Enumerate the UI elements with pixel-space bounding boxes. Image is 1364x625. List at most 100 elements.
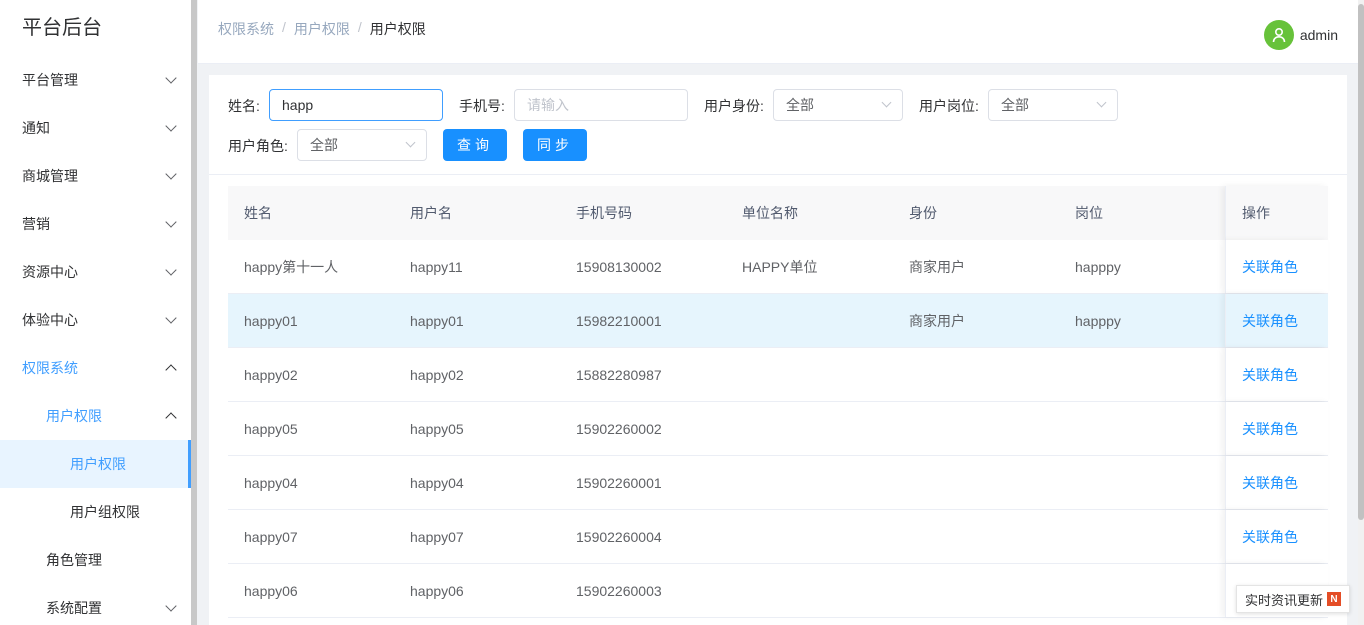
cell-phone: 15982210001: [576, 312, 662, 329]
sidebar-item-label: 通知: [22, 120, 50, 136]
cell-action: 关联角色: [1225, 348, 1328, 401]
sidebar-item-marketing[interactable]: 营销: [0, 200, 191, 248]
cell-phone: 15902260001: [576, 474, 662, 491]
sidebar-item-label: 用户权限: [70, 456, 126, 472]
column-header: 单位名称: [742, 205, 798, 221]
sidebar-scrollbar[interactable]: [191, 0, 197, 625]
breadcrumb-separator: /: [282, 19, 286, 35]
cell-identity: 商家用户: [909, 258, 965, 275]
cell-phone: 15902260002: [576, 420, 662, 437]
breadcrumb-item[interactable]: 权限系统: [218, 19, 274, 39]
cell-name: happy02: [244, 366, 298, 383]
cell-action: 关联角色: [1225, 402, 1328, 455]
link-role-button[interactable]: 关联角色: [1242, 419, 1298, 439]
cell-username: happy01: [410, 312, 464, 329]
user-menu[interactable]: admin: [1263, 20, 1338, 50]
chevron-down-icon: [1096, 97, 1107, 108]
sidebar: 平台后台 平台管理 通知 商城管理 营销 资源中心 体验中心 权限系统 用户权限…: [0, 0, 197, 625]
sidebar-item-permission-system[interactable]: 权限系统: [0, 344, 191, 392]
page-scrollbar[interactable]: [1358, 0, 1364, 625]
table-row[interactable]: happy02 happy02 15882280987 关联角色: [228, 348, 1328, 402]
sidebar-item-user-group-permission[interactable]: 用户组权限: [0, 488, 191, 536]
identity-select-value: 全部: [786, 97, 814, 113]
cell-phone: 15902260003: [576, 582, 662, 599]
chevron-down-icon: [165, 264, 177, 276]
column-header: 手机号码: [576, 205, 632, 221]
link-role-button[interactable]: 关联角色: [1242, 257, 1298, 277]
sidebar-item-label: 用户权限: [46, 408, 102, 424]
sidebar-item-resources[interactable]: 资源中心: [0, 248, 191, 296]
role-select[interactable]: 全部: [297, 129, 427, 161]
cell-username: happy06: [410, 582, 464, 599]
table-row[interactable]: happy01 happy01 15982210001 商家用户 happpy …: [228, 294, 1328, 348]
cell-name: happy第十一人: [244, 258, 339, 275]
post-label: 用户岗位:: [919, 98, 979, 114]
sidebar-item-label: 用户组权限: [70, 504, 140, 520]
cell-username: happy07: [410, 528, 464, 545]
cell-name: happy01: [244, 312, 298, 329]
cell-unit: HAPPY单位: [742, 258, 818, 275]
link-role-button[interactable]: 关联角色: [1242, 365, 1298, 385]
chevron-down-icon: [165, 216, 177, 228]
cell-action: 关联角色: [1225, 456, 1328, 509]
sidebar-item-notice[interactable]: 通知: [0, 104, 191, 152]
sidebar-item-platform[interactable]: 平台管理: [0, 56, 191, 104]
breadcrumb: 权限系统 / 用户权限 / 用户权限: [218, 19, 426, 39]
sidebar-item-experience[interactable]: 体验中心: [0, 296, 191, 344]
cell-username: happy11: [410, 258, 463, 275]
filter-bar: 姓名: 手机号: 用户身份: 全部 用户岗位: 全部 用户角色: 全部 查询 同…: [209, 75, 1347, 175]
cell-action: 关联角色: [1225, 294, 1328, 347]
sidebar-item-label: 资源中心: [22, 264, 78, 280]
cell-name: happy07: [244, 528, 298, 545]
news-label: 实时资讯更新: [1244, 592, 1323, 608]
link-role-button[interactable]: 关联角色: [1242, 311, 1298, 331]
column-header: 姓名: [244, 205, 272, 221]
sidebar-item-mall[interactable]: 商城管理: [0, 152, 191, 200]
query-button[interactable]: 查询: [443, 129, 507, 161]
table-row[interactable]: happy第十一人 happy11 15908130002 HAPPY单位 商家…: [228, 240, 1328, 294]
chevron-down-icon: [165, 72, 177, 84]
sidebar-item-user-permission-group[interactable]: 用户权限: [0, 392, 191, 440]
cell-phone: 15902260004: [576, 528, 662, 545]
table-row[interactable]: happy04 happy04 15902260001 关联角色: [228, 456, 1328, 510]
breadcrumb-separator: /: [357, 19, 362, 35]
chevron-up-icon: [165, 364, 177, 376]
app-title: 平台后台: [22, 17, 102, 39]
cell-name: happy05: [244, 420, 298, 437]
cell-post: happpy: [1075, 312, 1121, 329]
identity-select[interactable]: 全部: [773, 89, 903, 121]
username: admin: [1299, 27, 1338, 43]
sidebar-item-label: 平台管理: [22, 72, 78, 88]
sidebar-item-system-config[interactable]: 系统配置: [0, 584, 191, 625]
post-select-value: 全部: [1001, 97, 1029, 113]
cell-action: 关联角色: [1225, 240, 1328, 293]
sidebar-item-label: 商城管理: [22, 168, 78, 184]
scrollbar-thumb[interactable]: [1358, 4, 1364, 520]
table-row[interactable]: happy06 happy06 15902260003: [228, 564, 1328, 618]
cell-username: happy04: [410, 474, 464, 491]
sync-button[interactable]: 同步: [523, 129, 587, 161]
sidebar-item-role-management[interactable]: 角色管理: [0, 536, 191, 584]
main-panel: 姓名: 手机号: 用户身份: 全部 用户岗位: 全部 用户角色: 全部 查询 同…: [209, 75, 1347, 625]
chevron-down-icon: [165, 168, 177, 180]
cell-phone: 15882280987: [576, 366, 662, 383]
role-select-value: 全部: [310, 137, 338, 153]
chevron-down-icon: [405, 137, 416, 148]
sidebar-item-label: 角色管理: [46, 552, 102, 568]
header: 权限系统 / 用户权限 / 用户权限 admin: [198, 0, 1364, 64]
table-row[interactable]: happy05 happy05 15902260002 关联角色: [228, 402, 1328, 456]
sidebar-item-user-permission[interactable]: 用户权限: [0, 440, 191, 488]
column-header: 用户名: [410, 205, 452, 221]
news-widget[interactable]: 实时资讯更新 N: [1235, 585, 1350, 613]
breadcrumb-current: 用户权限: [369, 21, 426, 37]
table-row[interactable]: happy07 happy07 15902260004 关联角色: [228, 510, 1328, 564]
breadcrumb-item[interactable]: 用户权限: [294, 19, 350, 39]
sidebar-item-label: 营销: [22, 216, 50, 232]
phone-input[interactable]: [514, 89, 688, 121]
cell-username: happy05: [410, 420, 464, 437]
avatar[interactable]: [1263, 20, 1294, 50]
name-input[interactable]: [269, 89, 443, 121]
link-role-button[interactable]: 关联角色: [1242, 473, 1298, 493]
link-role-button[interactable]: 关联角色: [1242, 527, 1298, 547]
post-select[interactable]: 全部: [988, 89, 1118, 121]
